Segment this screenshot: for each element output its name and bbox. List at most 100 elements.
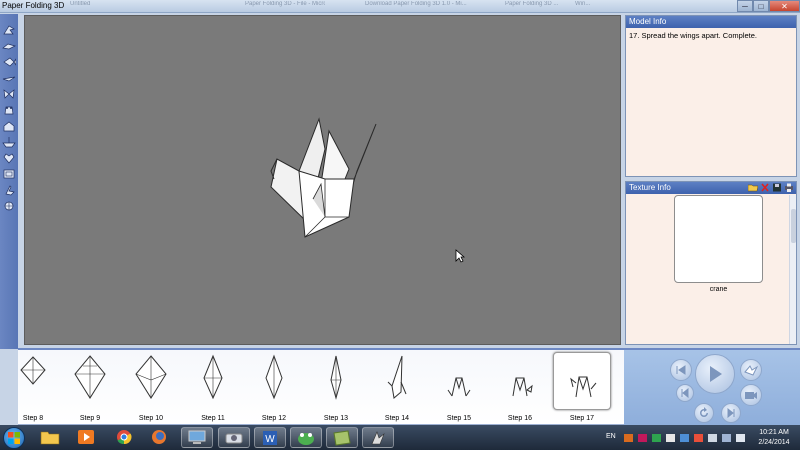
frog-tool-icon[interactable] [2, 104, 16, 116]
last-step-icon[interactable] [721, 403, 741, 423]
volume-icon[interactable] [736, 434, 745, 442]
step-thumbnail[interactable]: Step 13 [307, 352, 365, 426]
clock-time: 10:21 AM [759, 429, 789, 436]
texture-info-title: Texture Info [629, 183, 671, 192]
tray-app-icon[interactable] [638, 434, 647, 442]
step-11-icon [184, 352, 242, 410]
open-folder-icon[interactable] [748, 183, 758, 192]
crane-app-icon[interactable] [362, 427, 394, 448]
frog-app-icon[interactable] [290, 427, 322, 448]
paper-crane-model [270, 117, 377, 238]
save-icon[interactable] [772, 183, 782, 192]
tray-app-icon[interactable] [694, 434, 703, 442]
texture-preview[interactable] [674, 195, 763, 283]
language-indicator[interactable]: EN [606, 433, 616, 440]
clock-date: 2/24/2014 [758, 439, 790, 446]
step-instruction: 17. Spread the wings apart. Complete. [629, 31, 757, 40]
plane-tool-icon[interactable] [2, 72, 16, 84]
step-label: Step 9 [79, 415, 101, 422]
background-tab[interactable]: Paper Folding 3D ... [505, 1, 560, 12]
delete-icon[interactable] [760, 183, 770, 192]
first-step-icon[interactable] [676, 384, 694, 402]
model-toolbar [0, 14, 18, 349]
texture-scrollbar[interactable] [789, 195, 796, 344]
box-tool-icon[interactable] [2, 168, 16, 180]
house-tool-icon[interactable] [2, 120, 16, 132]
3d-viewport[interactable] [24, 15, 621, 345]
step-label: Step 15 [446, 415, 472, 422]
camera-icon[interactable] [740, 384, 762, 406]
step-thumbnail[interactable]: Step 16 [491, 352, 549, 426]
step-thumbnail[interactable]: Step 12 [245, 352, 303, 426]
step-15-icon [430, 352, 488, 410]
step-14-icon [368, 352, 426, 410]
step-label: Step 16 [507, 415, 533, 422]
title-bar: Paper Folding 3D Untitled Paper Folding … [0, 0, 800, 13]
step-12-icon [245, 352, 303, 410]
flower-tool-icon[interactable] [2, 200, 16, 212]
file-explorer-icon[interactable] [34, 427, 66, 448]
step-label: Step 8 [22, 415, 44, 422]
tray-app-icon[interactable] [708, 434, 717, 442]
firefox-icon[interactable] [143, 427, 175, 448]
scanner-icon[interactable] [218, 427, 250, 448]
model-info-header: Model Info [626, 16, 796, 28]
tray-app-icon[interactable] [680, 434, 689, 442]
heart-tool-icon[interactable] [2, 152, 16, 164]
crane-tool-icon[interactable] [2, 24, 16, 36]
step-13-icon [307, 352, 365, 410]
step-17-icon [553, 352, 611, 410]
close-button[interactable]: ✕ [769, 0, 800, 12]
step-16-icon [491, 352, 549, 410]
step-label: Step 14 [384, 415, 410, 422]
play-icon[interactable] [695, 354, 735, 394]
steps-strip: Step 8 Step 9 Step 10 Step 11 Step 12 St… [18, 348, 624, 425]
step-10-icon [122, 352, 180, 410]
paper-app-icon[interactable] [326, 427, 358, 448]
step-8-icon [4, 352, 62, 410]
step-label: Step 17 [569, 415, 595, 422]
model-info-panel: Model Info 17. Spread the wings apart. C… [625, 15, 797, 177]
previous-step-icon[interactable] [670, 359, 692, 381]
minimize-button[interactable]: ─ [737, 0, 753, 12]
media-player-icon[interactable] [70, 427, 102, 448]
flag-icon[interactable] [666, 434, 675, 442]
background-tab[interactable]: Untitled [70, 1, 110, 12]
windows-taskbar: W EN 10:21 AM 2/24/2014 [0, 425, 800, 450]
step-thumbnail[interactable]: Step 14 [368, 352, 426, 426]
boat-tool-icon[interactable] [2, 136, 16, 148]
system-clock[interactable]: 10:21 AM 2/24/2014 [752, 428, 796, 448]
print-icon[interactable] [784, 183, 794, 192]
step-thumbnail[interactable]: Step 15 [430, 352, 488, 426]
start-button[interactable] [3, 427, 25, 449]
texture-name: crane [709, 286, 728, 293]
maximize-button[interactable]: □ [753, 0, 769, 12]
scrollbar-thumb[interactable] [791, 209, 796, 243]
word-icon[interactable]: W [254, 427, 286, 448]
background-tab[interactable]: Paper Folding 3D - File - Microsoft... [245, 1, 325, 12]
bird-icon[interactable] [740, 359, 762, 381]
playback-controls [624, 348, 800, 425]
step-label: Step 10 [138, 415, 164, 422]
mouse-cursor-icon [455, 249, 465, 263]
computer-icon[interactable] [181, 427, 213, 448]
step-label: Step 11 [201, 415, 225, 422]
step-thumbnail[interactable]: Step 11 [184, 352, 242, 426]
bird-tool-icon[interactable] [2, 40, 16, 52]
texture-info-panel: Texture Info crane [625, 181, 797, 345]
step-thumbnail[interactable]: Step 8 [4, 352, 62, 426]
background-tab[interactable]: Download Paper Folding 3D 1.0 - Mi... [365, 1, 475, 12]
tray-app-icon[interactable] [624, 434, 633, 442]
step-thumbnail[interactable]: Step 10 [122, 352, 180, 426]
swan-tool-icon[interactable] [2, 184, 16, 196]
step-thumbnail-selected[interactable]: Step 17 [553, 352, 611, 426]
fish-tool-icon[interactable] [2, 56, 16, 68]
tray-app-icon[interactable] [652, 434, 661, 442]
svg-text:W: W [265, 434, 275, 445]
step-thumbnail[interactable]: Step 9 [61, 352, 119, 426]
replay-icon[interactable] [694, 403, 714, 423]
butterfly-tool-icon[interactable] [2, 88, 16, 100]
network-icon[interactable] [722, 434, 731, 442]
chrome-icon[interactable] [108, 427, 140, 448]
background-tab[interactable]: Win... [575, 1, 600, 12]
